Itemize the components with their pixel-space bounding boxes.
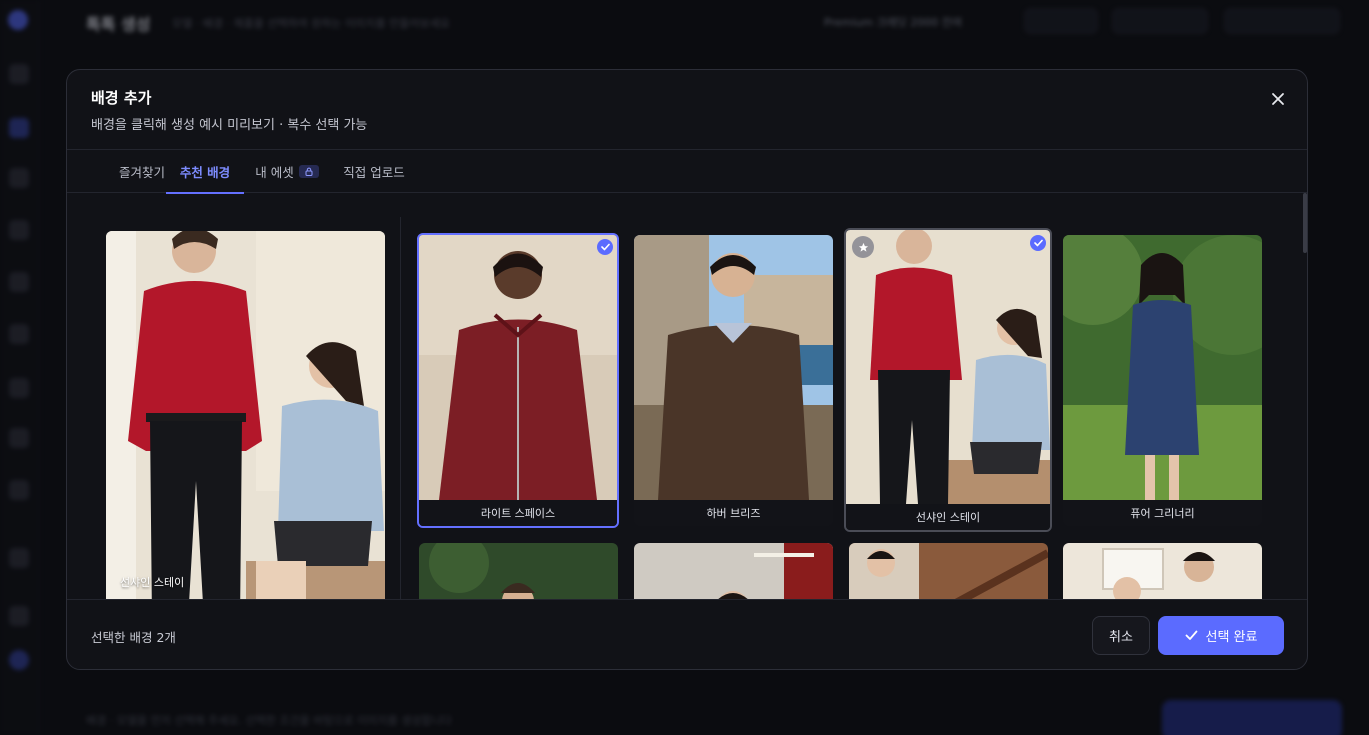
add-background-modal: 배경 추가 배경을 클릭해 생성 예시 미리보기 · 복수 선택 가능 즐겨찾기… [66, 69, 1308, 670]
tab-direct-upload-label: 직접 업로드 [343, 165, 405, 180]
background-page-subtitle: 모델 · 배경 · 제품을 선택하여 원하는 이미지를 만들어보세요 [172, 17, 450, 30]
tab-recommended[interactable]: 추천 배경 [166, 150, 244, 194]
background-pill-3 [1224, 8, 1340, 34]
app-logo-icon [8, 10, 28, 30]
content-scrollbar[interactable] [1303, 193, 1307, 253]
card-photo-row2-4 [1063, 543, 1262, 599]
card-photo-row2-2 [634, 543, 833, 599]
background-pill-2 [1112, 8, 1208, 34]
card-caption: 퓨어 그리너리 [1063, 500, 1262, 526]
sidebar-edit-icon [9, 272, 29, 292]
background-generate-button [1162, 700, 1342, 735]
sidebar-profile-icon [9, 650, 29, 670]
preview-label: 선샤인 스테이 [120, 576, 185, 589]
card-caption: 선샤인 스테이 [846, 504, 1050, 530]
tab-favorites-label: 즐겨찾기 [118, 165, 165, 180]
sidebar-create-icon [9, 118, 29, 138]
card-photo-harbor-breeze [634, 235, 833, 500]
background-card-row2-2[interactable] [634, 543, 833, 599]
card-caption: 하버 브리즈 [634, 500, 833, 526]
close-button[interactable] [1266, 87, 1290, 111]
sidebar-home-icon [9, 64, 29, 84]
background-card-sunshine-stay[interactable]: 선샤인 스테이 [844, 228, 1052, 532]
selected-count-text: 선택한 배경 2개 [91, 630, 176, 645]
selected-check-icon [1030, 235, 1046, 251]
modal-content: 선샤인 스테이 라이트 스페이스 하버 브리즈 선샤인 스테이 퓨어 그리너리 [67, 193, 1307, 599]
background-card-row2-4[interactable] [1063, 543, 1262, 599]
sidebar-help-icon [9, 548, 29, 568]
modal-footer: 선택한 배경 2개 취소 선택 완료 [67, 599, 1307, 669]
confirm-selection-label: 선택 완료 [1205, 630, 1258, 645]
background-card-light-space[interactable]: 라이트 스페이스 [417, 233, 619, 528]
modal-title: 배경 추가 [91, 89, 152, 107]
sidebar-video-icon [9, 220, 29, 240]
background-card-harbor-breeze[interactable]: 하버 브리즈 [634, 235, 833, 526]
background-pill-1 [1024, 8, 1098, 34]
background-bottom-text: 배경 · 모델을 먼저 선택해 주세요. 선택한 조건을 바탕으로 이미지를 생… [86, 714, 452, 727]
card-caption: 라이트 스페이스 [419, 500, 617, 526]
sidebar-folder-icon [9, 428, 29, 448]
sidebar-model-icon [9, 168, 29, 188]
sidebar-history-icon [9, 480, 29, 500]
content-divider [400, 217, 401, 599]
background-card-row2-3[interactable] [849, 543, 1048, 599]
tab-direct-upload[interactable]: 직접 업로드 [337, 150, 411, 193]
card-photo-row2-3 [849, 543, 1048, 599]
confirm-selection-button[interactable]: 선택 완료 [1158, 616, 1284, 655]
sidebar-gallery-icon [9, 378, 29, 398]
preview-image: 선샤인 스테이 [106, 231, 385, 599]
card-photo-pure-greenery [1063, 235, 1262, 500]
tab-my-assets[interactable]: 내 에셋 [249, 150, 325, 193]
background-page-title: 톡톡 생성 [86, 15, 151, 34]
tab-bar: 즐겨찾기 추천 배경 내 에셋 직접 업로드 [67, 149, 1307, 194]
preview-photo [106, 231, 385, 599]
check-icon [1185, 630, 1197, 640]
card-photo-light-space [419, 235, 617, 500]
selected-check-icon [597, 239, 613, 255]
background-sidebar [0, 0, 40, 735]
cancel-button[interactable]: 취소 [1092, 616, 1150, 655]
favorite-star-icon[interactable] [852, 236, 874, 258]
background-credit-text: Premium 크레딧 2000 잔여 [824, 16, 963, 29]
sidebar-brush-icon [9, 324, 29, 344]
modal-subtitle: 배경을 클릭해 생성 예시 미리보기 · 복수 선택 가능 [91, 118, 368, 133]
tab-my-assets-label: 내 에셋 [255, 165, 294, 180]
background-card-row2-1[interactable] [419, 543, 618, 599]
sidebar-settings-icon [9, 606, 29, 626]
card-photo-sunshine-stay [846, 230, 1050, 504]
close-icon [1272, 93, 1284, 105]
lock-icon [298, 165, 319, 178]
card-photo-row2-1 [419, 543, 618, 599]
background-card-pure-greenery[interactable]: 퓨어 그리너리 [1063, 235, 1262, 526]
tab-recommended-label: 추천 배경 [179, 165, 231, 180]
